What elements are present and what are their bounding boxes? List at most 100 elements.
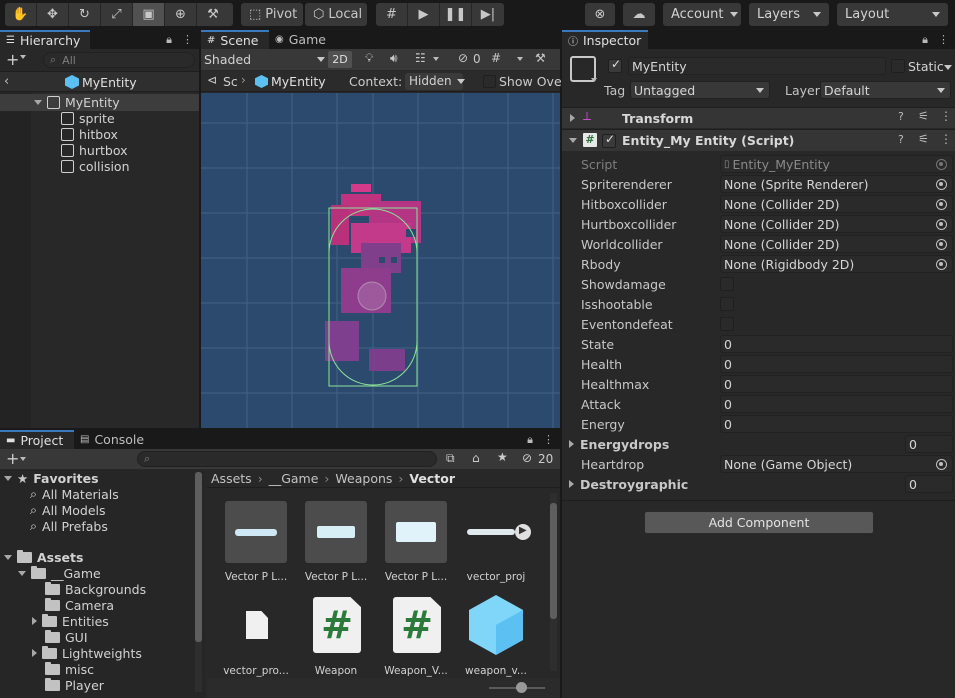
fold-arrow-icon[interactable] (4, 475, 12, 481)
folder-item[interactable]: __Game (18, 565, 101, 581)
folder-item[interactable]: misc (45, 661, 94, 677)
help-icon[interactable]: ? (898, 133, 904, 146)
lock-icon[interactable]: 🔒︎ (166, 33, 172, 47)
rbody-field[interactable]: None (Rigidbody 2D) (720, 255, 953, 273)
tree-scrollbar[interactable] (195, 472, 202, 692)
active-checkbox[interactable]: ✓ (608, 57, 622, 73)
hierarchy-search-input[interactable]: ⌕ All (43, 52, 195, 68)
breadcrumb-item-current[interactable]: Vector (409, 471, 455, 486)
filter-type-icon[interactable]: ⧉ (446, 451, 455, 466)
hierarchy-item[interactable]: hurtbox (61, 142, 127, 158)
lock-icon[interactable]: 🔒︎ (922, 33, 928, 47)
add-dropdown-icon[interactable] (20, 55, 26, 59)
favorites-header[interactable]: ★ Favorites (4, 470, 99, 486)
object-picker-icon[interactable] (936, 199, 947, 210)
lock-icon[interactable]: 🔒︎ (527, 433, 533, 447)
script-component-header[interactable]: # ✓ Entity_My Entity (Script) ? ⚟ ⋮ (562, 129, 955, 151)
add-icon[interactable]: + (6, 449, 19, 468)
asset-item[interactable]: # Weapon_V... (376, 595, 456, 677)
eventondefeat-checkbox[interactable] (720, 317, 734, 331)
account-dropdown[interactable]: Account (663, 3, 741, 26)
folder-item[interactable]: Entities (32, 613, 109, 629)
object-picker-icon[interactable] (936, 459, 947, 470)
asset-item[interactable]: Vector P L... (376, 501, 456, 583)
hierarchy-item-root[interactable]: MyEntity (34, 94, 120, 110)
effects-icon[interactable]: ☷ (415, 51, 426, 65)
breadcrumb-scene[interactable]: Sc (223, 74, 238, 89)
fold-arrow-icon[interactable] (18, 570, 26, 576)
fold-arrow-icon[interactable] (32, 649, 37, 657)
asset-item[interactable]: Vector P L... (296, 501, 376, 583)
static-checkbox[interactable] (891, 59, 905, 73)
asset-item[interactable]: # Weapon (296, 595, 376, 677)
effects-dropdown-icon[interactable] (433, 57, 439, 61)
hierarchy-item[interactable]: collision (61, 158, 130, 174)
rect-tool-icon[interactable]: ▣ (133, 3, 165, 26)
tab-project[interactable]: ▬ Project (0, 430, 74, 449)
fold-arrow-icon[interactable] (570, 114, 575, 122)
favorite-item[interactable]: ⌕ All Materials (30, 486, 119, 502)
play-icon[interactable]: ▶ (408, 3, 440, 26)
scale-tool-icon[interactable]: ⤢ (101, 3, 133, 26)
chevron-down-icon[interactable] (944, 65, 952, 70)
visibility-icon[interactable]: ⊘ (458, 51, 468, 65)
heartdrop-field[interactable]: None (Game Object) (720, 455, 953, 473)
tag-dropdown[interactable]: Untagged (630, 81, 770, 99)
more-icon[interactable]: ⋮ (543, 433, 554, 447)
destroygraphic-row[interactable]: Destroygraphic (569, 474, 688, 494)
rotate-tool-icon[interactable]: ↻ (69, 3, 101, 26)
spriterenderer-field[interactable]: None (Sprite Renderer) (720, 175, 953, 193)
asset-item[interactable]: weapon_v... (456, 595, 536, 677)
favorite-item[interactable]: ⌕ All Models (30, 502, 106, 518)
play-icon[interactable]: ▶ (519, 525, 527, 536)
move-tool-icon[interactable]: ✥ (37, 3, 69, 26)
state-input[interactable]: 0 (720, 335, 953, 353)
collab-button[interactable]: ⊗ (585, 3, 615, 26)
more-icon[interactable]: ⋮ (940, 109, 952, 123)
folder-item[interactable]: Lightweights (32, 645, 142, 661)
pause-icon[interactable]: ❚❚ (440, 3, 472, 26)
object-picker-icon[interactable] (936, 219, 947, 230)
label-icon[interactable]: ⌂ (472, 451, 480, 465)
presets-icon[interactable]: ⚟ (918, 132, 929, 146)
favorite-item[interactable]: ⌕ All Prefabs (30, 518, 108, 534)
isshootable-checkbox[interactable] (720, 297, 734, 311)
object-picker-icon[interactable] (936, 179, 947, 190)
energydrops-size-input[interactable]: 0 (905, 435, 953, 453)
layout-dropdown[interactable]: Layout (837, 3, 948, 26)
fold-arrow-icon[interactable] (32, 617, 37, 625)
hurtboxcollider-field[interactable]: None (Collider 2D) (720, 215, 953, 233)
fold-arrow-icon[interactable] (4, 554, 12, 560)
tab-inspector[interactable]: ⓘ Inspector (562, 30, 648, 49)
more-icon[interactable]: ⋮ (940, 132, 952, 146)
help-icon[interactable]: ? (898, 110, 904, 123)
worldcollider-field[interactable]: None (Collider 2D) (720, 235, 953, 253)
object-picker-icon[interactable] (936, 239, 947, 250)
fold-arrow-icon[interactable] (569, 480, 574, 488)
hand-tool-icon[interactable]: ✋ (5, 3, 37, 26)
layer-dropdown[interactable]: Default (820, 81, 951, 99)
hierarchy-item[interactable]: sprite (61, 110, 115, 126)
breadcrumb-item[interactable]: Weapons (335, 471, 392, 486)
zoom-slider-handle[interactable] (516, 682, 527, 693)
transform-component-header[interactable]: ⟂ Transform ? ⚟ ⋮ (562, 107, 955, 128)
add-component-button[interactable]: Add Component (644, 511, 874, 534)
more-icon[interactable]: ⋮ (938, 33, 949, 47)
tab-console[interactable]: ▤ Console (74, 430, 158, 449)
2d-toggle[interactable]: 2D (328, 51, 352, 68)
favorite-star-icon[interactable]: ★ (497, 450, 508, 464)
audio-icon[interactable]: 🔊︎ (390, 51, 398, 66)
light-icon[interactable]: 💡︎ (365, 51, 373, 66)
hitboxcollider-field[interactable]: None (Collider 2D) (720, 195, 953, 213)
back-arrow-icon[interactable]: ‹ (4, 74, 9, 89)
asset-item[interactable]: Vector P L... (216, 501, 296, 583)
tab-hierarchy[interactable]: ☰ Hierarchy (0, 30, 90, 49)
icon-dropdown-icon[interactable] (591, 78, 597, 82)
tab-scene[interactable]: # Scene (201, 30, 269, 49)
component-enabled-checkbox[interactable]: ✓ (602, 132, 616, 148)
tab-game[interactable]: ◉ Game (269, 30, 329, 49)
hierarchy-item[interactable]: hitbox (61, 126, 118, 142)
asset-item[interactable]: vector_pro... (216, 595, 296, 677)
healthmax-input[interactable]: 0 (720, 375, 953, 393)
folder-item[interactable]: Camera (45, 597, 114, 613)
